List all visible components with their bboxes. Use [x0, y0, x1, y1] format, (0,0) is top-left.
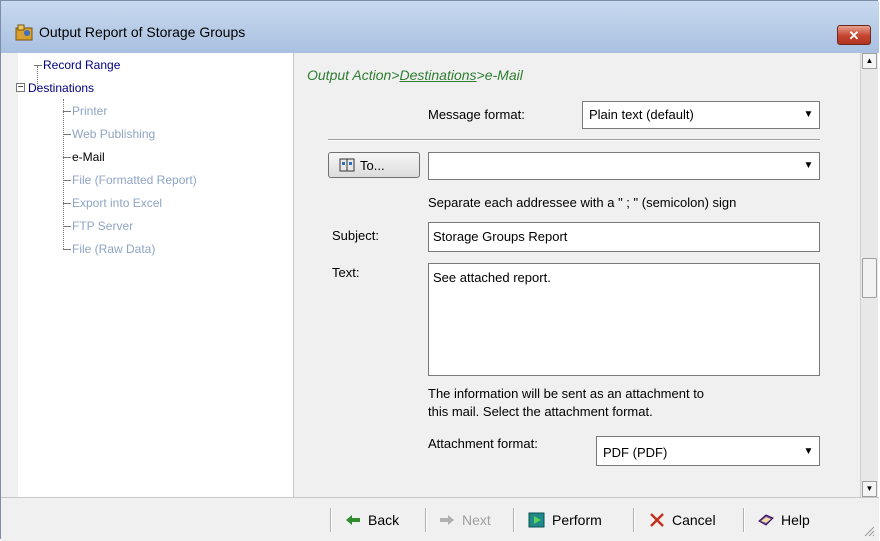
attachment-format-value: PDF (PDF): [603, 445, 668, 460]
chevron-down-icon: ▼: [803, 446, 814, 457]
resize-grip-icon[interactable]: [863, 525, 875, 537]
attachment-note-line-1: The information will be sent as an attac…: [428, 386, 705, 401]
text-label: Text:: [332, 265, 360, 280]
scroll-up-icon[interactable]: ▲: [862, 53, 877, 69]
scroll-thumb[interactable]: [862, 258, 877, 298]
help-label: Help: [781, 512, 810, 528]
tree-connector: [63, 111, 71, 112]
close-button[interactable]: ✕: [837, 25, 871, 45]
next-button[interactable]: Next: [438, 508, 506, 532]
to-address-book-button[interactable]: To...: [328, 152, 420, 178]
tree-connector: [63, 249, 71, 250]
tree-connector: [63, 180, 71, 181]
tree-item-destinations[interactable]: Destinations: [28, 81, 94, 95]
tree-item-ftp-server[interactable]: FTP Server: [72, 219, 133, 233]
help-book-icon: [758, 514, 774, 526]
toolbar-separator: [513, 508, 515, 532]
tree-connector: [34, 65, 42, 66]
title-bar: Output Report of Storage Groups ✕: [1, 1, 879, 53]
tree-connector: [63, 203, 71, 204]
message-format-value: Plain text (default): [589, 107, 694, 122]
scroll-down-icon[interactable]: ▼: [862, 481, 877, 497]
close-icon: ✕: [848, 28, 860, 43]
tree-item-file-raw-data[interactable]: File (Raw Data): [72, 242, 155, 256]
tree-item-export-into-excel[interactable]: Export into Excel: [72, 196, 162, 210]
window-title: Output Report of Storage Groups: [39, 24, 246, 40]
message-format-select[interactable]: Plain text (default) ▼: [582, 101, 820, 129]
back-arrow-icon: [346, 515, 360, 525]
tree-item-printer[interactable]: Printer: [72, 104, 107, 118]
chevron-down-icon: ▼: [803, 109, 814, 120]
next-label: Next: [462, 512, 491, 528]
tree-item-record-range[interactable]: Record Range: [43, 58, 120, 72]
cancel-x-icon: [650, 513, 664, 527]
tree-item-e-mail[interactable]: e-Mail: [72, 150, 105, 164]
app-icon: [15, 24, 33, 41]
collapse-icon[interactable]: −: [16, 83, 25, 93]
breadcrumb-prefix: Output Action>: [307, 67, 400, 83]
tree-connector: [63, 157, 71, 158]
breadcrumb-link-destinations[interactable]: Destinations: [399, 67, 476, 83]
email-settings-panel: Output Action>Destinations>e-Mail Messag…: [294, 53, 860, 497]
attachment-note-line-2: this mail. Select the attachment format.: [428, 404, 653, 419]
message-text-area[interactable]: See attached report.: [428, 263, 820, 376]
next-arrow-icon: [440, 515, 454, 525]
tree-connector: [63, 226, 71, 227]
separator-hint: Separate each addressee with a " ; " (se…: [428, 195, 737, 210]
tree-item-web-publishing[interactable]: Web Publishing: [72, 127, 155, 141]
tree-connector: [63, 134, 71, 135]
toolbar-separator: [633, 508, 635, 532]
subject-value: Storage Groups Report: [433, 229, 568, 244]
cancel-button[interactable]: Cancel: [648, 508, 736, 532]
help-button[interactable]: Help: [757, 508, 827, 532]
to-button-label: To...: [360, 158, 385, 173]
subject-label: Subject:: [332, 228, 379, 243]
breadcrumb-suffix: >e-Mail: [476, 67, 523, 83]
chevron-down-icon: ▼: [803, 160, 814, 171]
vertical-scrollbar[interactable]: ▲ ▼: [860, 53, 878, 497]
back-label: Back: [368, 512, 400, 528]
breadcrumb: Output Action>Destinations>e-Mail: [307, 67, 523, 83]
toolbar-separator: [330, 508, 332, 532]
to-recipients-combo[interactable]: ▼: [428, 152, 820, 180]
perform-button[interactable]: Perform: [528, 508, 624, 532]
cancel-label: Cancel: [672, 512, 716, 528]
address-book-icon: [339, 158, 355, 172]
bottom-toolbar: Back Next Perform Cancel Help: [1, 497, 879, 541]
tree-item-file-formatted-report[interactable]: File (Formatted Report): [72, 173, 197, 187]
toolbar-separator: [425, 508, 427, 532]
attachment-format-label: Attachment format:: [428, 436, 538, 451]
toolbar-separator: [743, 508, 745, 532]
divider: [328, 139, 820, 141]
dialog-window: Output Report of Storage Groups ✕ Record…: [0, 0, 879, 541]
perform-label: Perform: [552, 512, 602, 528]
message-format-label: Message format:: [428, 107, 525, 122]
navigation-tree: Record Range − Destinations Printer Web …: [16, 53, 294, 497]
message-text-value: See attached report.: [433, 270, 551, 285]
perform-play-icon: [528, 512, 545, 528]
subject-input[interactable]: Storage Groups Report: [428, 222, 820, 252]
back-button[interactable]: Back: [344, 508, 416, 532]
attachment-format-select[interactable]: PDF (PDF) ▼: [596, 436, 820, 466]
